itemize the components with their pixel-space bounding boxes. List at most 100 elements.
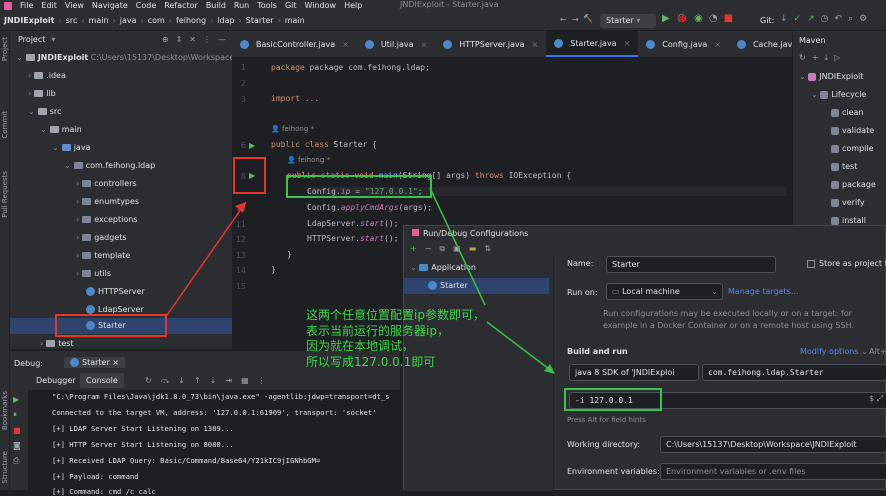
- menu-navigate[interactable]: Navigate: [92, 1, 128, 10]
- tree-root[interactable]: ⌄ JNDIExploit C:\Users\15137\Desktop\Work…: [16, 50, 259, 66]
- crumb-src[interactable]: src: [66, 16, 78, 25]
- name-field[interactable]: Starter: [606, 256, 776, 273]
- bookmarks-tool-tab[interactable]: Bookmarks: [1, 391, 9, 430]
- git-update-icon[interactable]: ↓: [780, 14, 788, 24]
- maven-goal-verify[interactable]: verify: [831, 198, 865, 207]
- search-icon[interactable]: ⌕: [848, 14, 853, 24]
- tree-item-src[interactable]: ⌄ src: [28, 104, 61, 120]
- maven-goal-install[interactable]: install: [831, 216, 866, 225]
- tree-item-template[interactable]: › template: [76, 248, 130, 264]
- structure-tool-tab[interactable]: Structure: [1, 451, 9, 484]
- history-icon[interactable]: ◷: [821, 14, 829, 24]
- run-config-selector[interactable]: Starter ▾: [600, 14, 656, 28]
- remove-config-icon[interactable]: −: [425, 244, 432, 254]
- maven-lifecycle[interactable]: ⌄ Lifecycle: [811, 90, 866, 99]
- tab-starter[interactable]: Starter.java ×: [546, 31, 639, 57]
- undo-icon[interactable]: ↶: [835, 14, 843, 24]
- hide-icon[interactable]: —: [218, 35, 226, 44]
- tab-basiccontroller[interactable]: BasicController.java ×: [232, 31, 357, 57]
- jdk-dropdown[interactable]: java 8 SDK of 'JNDIExploi: [569, 364, 699, 381]
- sort-icon[interactable]: ⇅: [484, 244, 491, 254]
- evaluate-icon[interactable]: ▦: [241, 376, 249, 386]
- menu-git[interactable]: Git: [285, 1, 297, 10]
- manage-targets-link[interactable]: Manage targets...: [728, 287, 798, 296]
- debug-session-tab[interactable]: Starter ×: [64, 357, 126, 368]
- maven-title[interactable]: Maven: [799, 36, 826, 45]
- crumb-method[interactable]: main: [285, 16, 305, 25]
- pause-icon[interactable]: ⏸: [13, 410, 21, 420]
- back-icon[interactable]: ←: [560, 15, 567, 24]
- crumb-starter[interactable]: Starter: [246, 16, 274, 25]
- copy-config-icon[interactable]: ⧉: [439, 244, 445, 254]
- tab-debugger[interactable]: Debugger: [36, 376, 76, 385]
- add-config-icon[interactable]: +: [410, 244, 417, 254]
- tree-item-exceptions[interactable]: › exceptions: [76, 212, 137, 228]
- project-panel-title[interactable]: Project: [18, 35, 45, 44]
- git-commit-icon[interactable]: ✓: [794, 14, 802, 24]
- tab-util[interactable]: Util.java ×: [357, 31, 435, 57]
- force-step-icon[interactable]: ⇣: [210, 376, 217, 386]
- hammer-icon[interactable]: 🔨: [583, 14, 593, 23]
- tree-item-gadgets[interactable]: › gadgets: [76, 230, 127, 246]
- menu-refactor[interactable]: Refactor: [164, 1, 198, 10]
- resume-icon[interactable]: ▶: [13, 395, 21, 404]
- store-as-project-checkbox[interactable]: Store as project fil: [807, 259, 886, 268]
- camera-icon[interactable]: ◙: [13, 441, 21, 450]
- collapse-icon[interactable]: ⇕: [176, 35, 183, 44]
- crumb-ldap[interactable]: ldap: [217, 16, 234, 25]
- maven-goal-clean[interactable]: clean: [831, 108, 864, 117]
- console-output[interactable]: "C:\Program Files\Java\jdk1.8.0_73\bin\j…: [28, 390, 400, 496]
- menu-window[interactable]: Window: [305, 1, 337, 10]
- forward-icon[interactable]: →: [572, 15, 579, 24]
- tab-config[interactable]: Config.java ×: [638, 31, 729, 57]
- tree-item-httpserver[interactable]: HTTPServer: [86, 284, 145, 300]
- maven-run-icon[interactable]: ▷: [834, 53, 840, 63]
- expand-icon[interactable]: ✕: [189, 35, 196, 44]
- maven-download-icon[interactable]: ⤓: [824, 53, 828, 63]
- stop-debug-icon[interactable]: ■: [13, 426, 21, 435]
- environment-variables-field[interactable]: Environment variables or .env files: [660, 463, 886, 480]
- menu-edit[interactable]: Edit: [41, 1, 57, 10]
- insert-macro-icon[interactable]: $ ⤢: [869, 394, 883, 404]
- modify-options-link[interactable]: Modify options ⌄: [800, 347, 868, 356]
- store-checkbox-box[interactable]: [807, 259, 815, 268]
- run-class-gutter-icon[interactable]: ▶: [249, 141, 255, 150]
- rerun-icon[interactable]: ↻: [145, 376, 152, 386]
- menu-code[interactable]: Code: [136, 1, 156, 10]
- crumb-feihong[interactable]: feihong: [176, 16, 206, 25]
- tree-item-enumtypes[interactable]: › enumtypes: [76, 194, 139, 210]
- run-icon[interactable]: ▶: [662, 13, 670, 24]
- save-config-icon[interactable]: ▣: [453, 244, 461, 254]
- maven-goal-validate[interactable]: validate: [831, 126, 874, 135]
- tree-item-main[interactable]: ⌄ main: [40, 122, 82, 138]
- menu-run[interactable]: Run: [234, 1, 249, 10]
- maven-goal-test[interactable]: test: [831, 162, 857, 171]
- tree-item-java[interactable]: ⌄ java: [52, 140, 90, 156]
- profile-icon[interactable]: ◔: [709, 13, 718, 24]
- print-icon[interactable]: ⎙: [13, 456, 21, 466]
- step-into-icon[interactable]: ↓: [178, 376, 185, 386]
- menu-build[interactable]: Build: [206, 1, 226, 10]
- tab-httpserver[interactable]: HTTPServer.java ×: [435, 31, 546, 57]
- tree-item-idea[interactable]: › .idea: [28, 68, 66, 84]
- crumb-main[interactable]: main: [89, 16, 109, 25]
- options-icon[interactable]: ⋮: [203, 35, 211, 44]
- maven-refresh-icon[interactable]: ↻: [799, 53, 806, 63]
- coverage-icon[interactable]: ◉: [694, 13, 703, 24]
- tab-console[interactable]: Console: [80, 373, 124, 388]
- crumb-project[interactable]: JNDIExploit: [4, 16, 54, 25]
- locate-icon[interactable]: ⊕: [162, 35, 169, 44]
- project-tool-tab[interactable]: Project: [1, 37, 9, 61]
- maven-goal-package[interactable]: package: [831, 180, 876, 189]
- tree-item-lib[interactable]: › lib: [28, 86, 56, 102]
- crumb-java[interactable]: java: [120, 16, 137, 25]
- stop-icon[interactable]: ■: [724, 13, 733, 24]
- config-item-starter[interactable]: Starter: [404, 278, 549, 294]
- settings-icon[interactable]: ⚙: [859, 14, 867, 24]
- tree-item-utils[interactable]: › utils: [76, 266, 111, 282]
- commit-tool-tab[interactable]: Commit: [1, 111, 9, 139]
- main-class-field[interactable]: com.feihong.ldap.Starter: [702, 364, 886, 381]
- menu-file[interactable]: File: [20, 1, 33, 10]
- working-directory-field[interactable]: C:\Users\15137\Desktop\Workspace\JNDIExp…: [660, 436, 886, 453]
- crumb-com[interactable]: com: [148, 16, 165, 25]
